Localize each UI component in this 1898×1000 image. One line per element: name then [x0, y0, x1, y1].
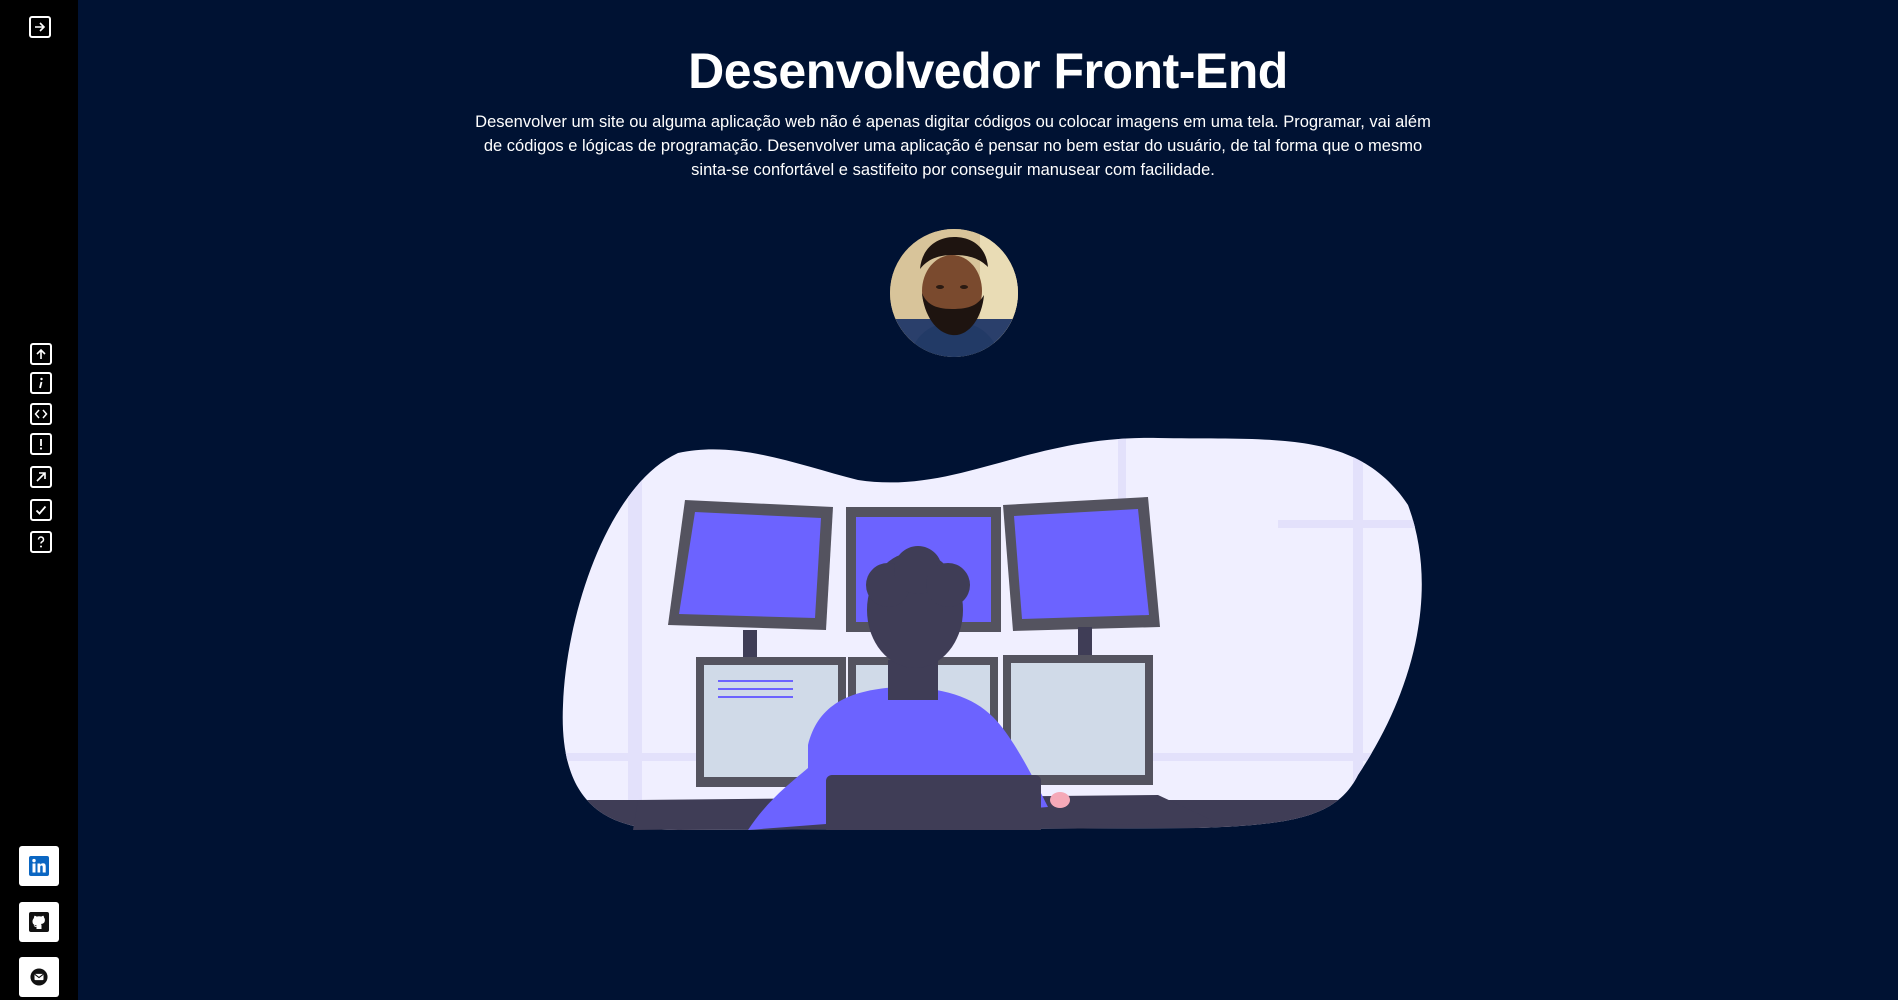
sidebar-toggle-button[interactable] [29, 16, 51, 38]
nav-services[interactable] [30, 499, 52, 521]
arrow-right-box-icon [35, 22, 46, 32]
code-icon [34, 409, 48, 419]
page-title: Desenvolvedor Front-End [688, 43, 1288, 99]
hero-description: Desenvolver um site ou alguma aplicação … [475, 113, 1431, 179]
profile-photo [890, 229, 1018, 357]
github-button[interactable] [19, 902, 59, 942]
nav-about[interactable] [30, 372, 52, 394]
linkedin-button[interactable] [19, 846, 59, 886]
question-icon [37, 536, 45, 548]
info-icon [39, 377, 43, 389]
avatar [890, 229, 1018, 357]
github-icon [29, 912, 49, 932]
chair [826, 775, 1041, 835]
nav-highlights[interactable] [30, 433, 52, 455]
main-content: Desenvolvedor Front-End Desenvolver um s… [78, 0, 1898, 1000]
nav-top[interactable] [30, 343, 52, 365]
checkbox-icon [35, 505, 47, 515]
email-button[interactable] [19, 957, 59, 997]
developer-at-monitors-illustration [562, 437, 1422, 835]
nav-faq[interactable] [30, 531, 52, 553]
developer-illustration [558, 435, 1438, 835]
email-icon [30, 968, 48, 986]
linkedin-icon [29, 856, 49, 876]
nav-skills[interactable] [30, 403, 52, 425]
arrow-up-box-icon [36, 348, 46, 359]
exclamation-icon [39, 439, 43, 450]
sidebar [0, 0, 78, 1000]
arrow-up-right-icon [36, 472, 46, 482]
nav-projects[interactable] [30, 466, 52, 488]
